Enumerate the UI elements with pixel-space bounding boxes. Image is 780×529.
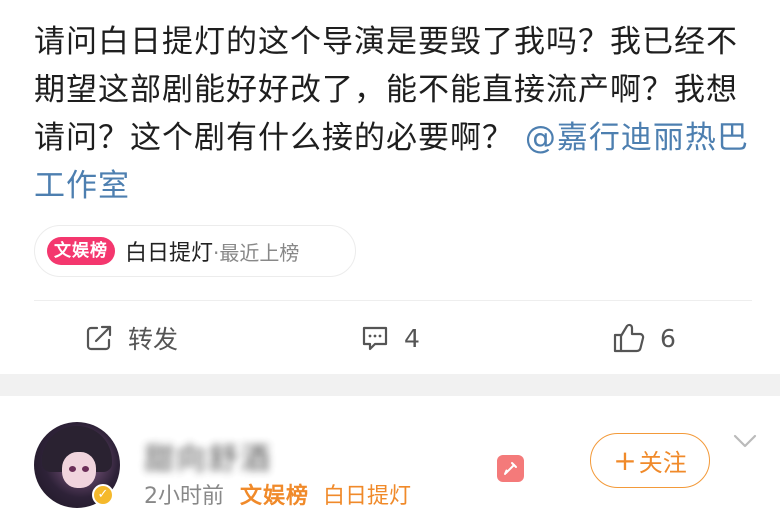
topic-tail: ·最近上榜: [213, 240, 300, 265]
plus-icon: +: [613, 443, 637, 477]
post-meta: 2小时前 文娱榜 白日提灯: [144, 478, 411, 510]
divider: [34, 300, 752, 301]
like-icon: [612, 322, 646, 354]
follow-label: 关注: [638, 449, 687, 477]
source-topic[interactable]: 白日提灯: [323, 478, 411, 510]
repost-button[interactable]: 转发: [84, 318, 178, 358]
comment-count: 4: [404, 323, 420, 353]
repost-icon: [84, 323, 114, 353]
topic-title: 白日提灯: [125, 241, 214, 266]
edit-badge-icon[interactable]: [497, 455, 524, 482]
post-time: 2小时前: [144, 484, 224, 509]
username[interactable]: 甜向舒酒: [144, 434, 272, 478]
follow-button[interactable]: + 关注: [590, 433, 710, 488]
comment-button[interactable]: 4: [360, 318, 420, 358]
topic-chip[interactable]: 文娱榜 白日提灯 ·最近上榜: [34, 225, 356, 277]
like-button[interactable]: 6: [612, 318, 676, 358]
post-text: 请问白日提灯的这个导演是要毁了我吗？我已经不期望这部剧能好好改了，能不能直接流产…: [34, 18, 764, 210]
repost-label: 转发: [128, 325, 179, 354]
chevron-down-icon[interactable]: [732, 432, 758, 454]
comment-icon: [360, 323, 390, 353]
verified-icon: ✓: [92, 484, 114, 506]
source-tag[interactable]: 文娱榜: [240, 478, 309, 510]
topic-badge: 文娱榜: [47, 237, 115, 265]
like-count: 6: [660, 323, 676, 353]
section-gap: [0, 374, 780, 396]
